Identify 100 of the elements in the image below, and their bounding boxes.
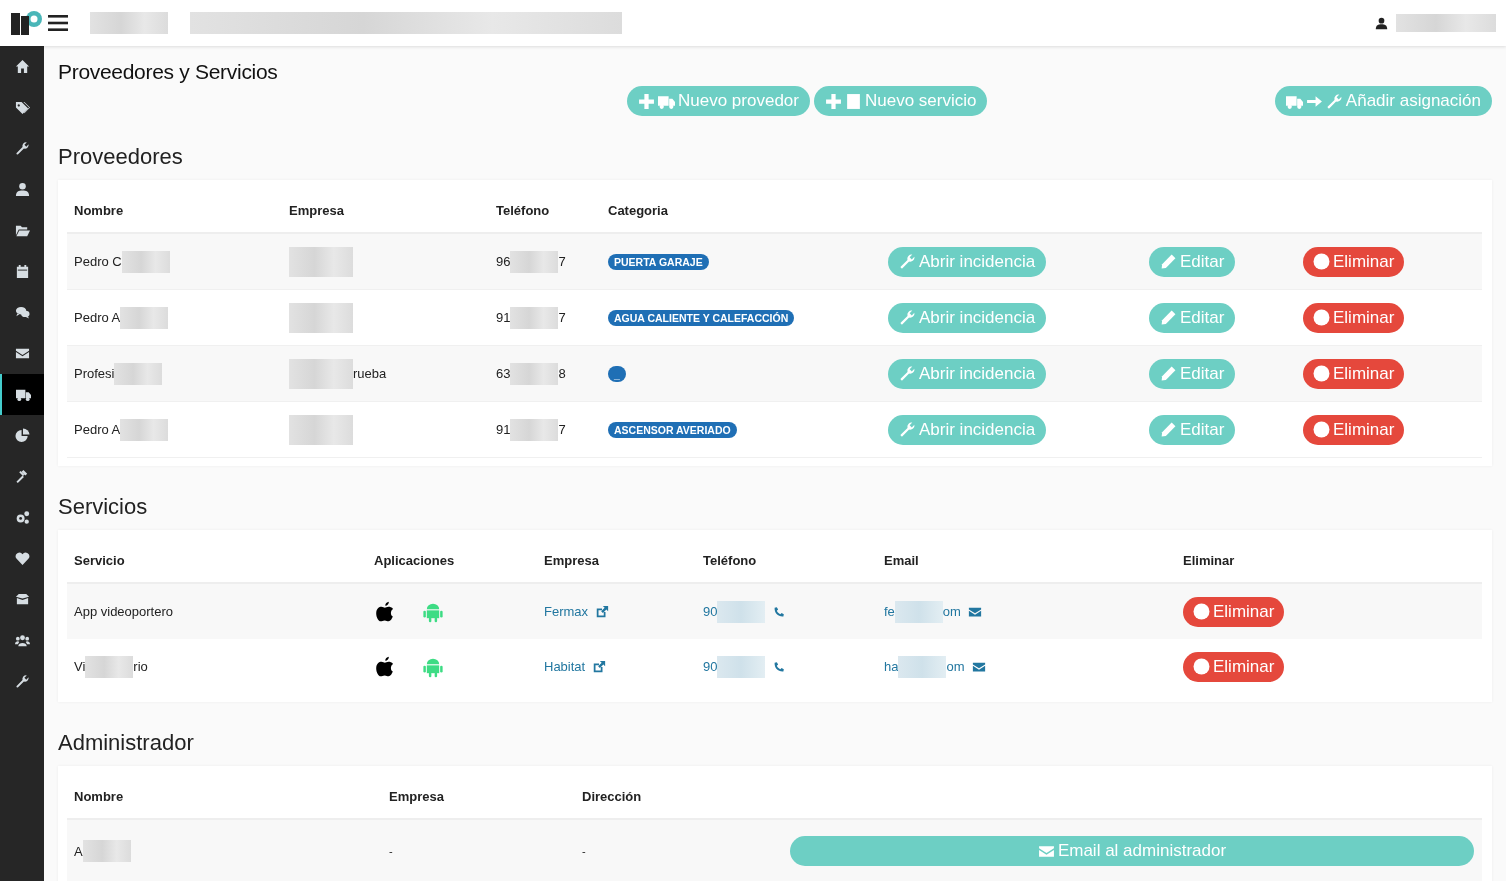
pencil-icon bbox=[1160, 365, 1177, 382]
wrench-icon bbox=[899, 421, 916, 438]
section-heading: Administrador bbox=[58, 730, 195, 756]
table-cell: Profesi bbox=[74, 366, 115, 381]
wrench-icon bbox=[899, 365, 916, 382]
pie-chart-icon bbox=[14, 428, 30, 443]
table-cell: 91 bbox=[496, 422, 511, 437]
action-button[interactable]: Email al administrador bbox=[790, 836, 1474, 866]
chat-bubbles-icon bbox=[14, 305, 30, 320]
table-cell: A bbox=[74, 843, 83, 859]
table-cell: 63 bbox=[496, 366, 511, 381]
truck-icon bbox=[15, 387, 31, 402]
people-icon bbox=[14, 633, 30, 648]
envelope-icon bbox=[14, 346, 30, 361]
category-tag: PUERTA GARAJE bbox=[608, 253, 709, 270]
plus-icon bbox=[824, 92, 842, 110]
wrench-icon bbox=[14, 674, 30, 689]
wrench-icon bbox=[899, 309, 916, 326]
table-cell: rueba bbox=[353, 366, 387, 381]
delete-button[interactable]: Eliminar bbox=[1303, 246, 1405, 277]
column-header: Dirección bbox=[581, 788, 643, 804]
table-cell: - bbox=[389, 845, 393, 857]
redacted-block bbox=[85, 655, 134, 678]
company-link[interactable]: Fermax bbox=[544, 604, 589, 619]
pencil-icon bbox=[1160, 421, 1177, 438]
home-icon bbox=[14, 59, 30, 74]
action-button[interactable]: Abrir incidencia bbox=[888, 246, 1047, 277]
table-cell: 96 bbox=[496, 254, 511, 269]
table-cell: rio bbox=[133, 659, 148, 674]
action-button[interactable]: Editar bbox=[1149, 358, 1236, 389]
pencil-icon bbox=[1160, 309, 1177, 326]
apple-icon[interactable] bbox=[374, 655, 396, 678]
pencil-icon bbox=[1160, 253, 1177, 270]
wrench-icon bbox=[899, 253, 916, 270]
user-icon bbox=[1375, 16, 1388, 30]
apple-icon[interactable] bbox=[374, 600, 396, 623]
table-cell: App videoportero bbox=[74, 604, 173, 619]
column-header: Nombre bbox=[73, 202, 125, 218]
hammer-icon bbox=[14, 469, 30, 484]
company-link[interactable]: Habitat bbox=[544, 659, 586, 674]
action-button[interactable]: Abrir incidencia bbox=[888, 414, 1047, 445]
action-button[interactable]: Abrir incidencia bbox=[888, 302, 1047, 333]
category-tag: ASCENSOR AVERIADO bbox=[608, 421, 737, 438]
redacted-block bbox=[510, 306, 559, 329]
column-header: Eliminar bbox=[1182, 552, 1236, 568]
column-header: Nombre bbox=[73, 788, 125, 804]
sidebar-item[interactable] bbox=[0, 374, 44, 415]
page-title: Proveedores y Servicios bbox=[58, 60, 279, 84]
external-link-icon[interactable] bbox=[595, 604, 610, 619]
phone-icon[interactable] bbox=[772, 659, 787, 674]
table-cell: Pedro C bbox=[74, 254, 122, 269]
column-header: Empresa bbox=[543, 552, 600, 568]
plus-icon bbox=[638, 92, 655, 110]
action-button[interactable]: Editar bbox=[1149, 414, 1236, 445]
category-tag: AGUA CALIENTE Y CALEFACCIÓN bbox=[608, 309, 795, 326]
action-button[interactable]: Abrir incidencia bbox=[888, 358, 1047, 389]
user-icon bbox=[14, 182, 30, 197]
section-heading: Proveedores bbox=[58, 144, 184, 170]
logo-icon[interactable] bbox=[10, 10, 44, 36]
action-button[interactable]: Editar bbox=[1149, 302, 1236, 333]
column-header: Teléfono bbox=[495, 202, 551, 218]
external-link-icon[interactable] bbox=[592, 659, 607, 674]
box-icon bbox=[14, 592, 30, 607]
table-cell: Pedro A bbox=[74, 310, 121, 325]
folder-icon bbox=[14, 223, 30, 238]
column-header: Teléfono bbox=[702, 552, 758, 568]
redacted-block bbox=[510, 250, 559, 273]
phone-icon[interactable] bbox=[772, 604, 787, 619]
table-cell: 7 bbox=[558, 310, 566, 325]
wrench-icon bbox=[1325, 92, 1343, 110]
column-header: Servicio bbox=[73, 552, 126, 568]
delete-button[interactable]: Eliminar bbox=[1303, 358, 1405, 389]
redacted-block bbox=[510, 362, 559, 385]
action-button[interactable]: Nuevo servicio bbox=[813, 86, 988, 116]
tags-icon bbox=[14, 100, 30, 115]
category-tag: _ bbox=[608, 365, 626, 382]
redacted-block bbox=[898, 655, 947, 678]
redacted-block bbox=[510, 418, 559, 441]
wrench-icon bbox=[14, 141, 30, 156]
heart-icon bbox=[14, 551, 30, 566]
table-cell: 8 bbox=[558, 366, 566, 381]
column-header: Categoria bbox=[607, 202, 669, 218]
table-cell: 7 bbox=[558, 422, 566, 437]
column-header: Aplicaciones bbox=[373, 552, 456, 568]
action-button[interactable]: Añadir asignación bbox=[1274, 86, 1492, 116]
action-button[interactable]: Editar bbox=[1149, 246, 1236, 277]
table-cell: Pedro A bbox=[74, 422, 121, 437]
table-cell: 91 bbox=[496, 310, 511, 325]
delete-button[interactable]: Eliminar bbox=[1303, 414, 1405, 445]
redacted-block bbox=[894, 600, 943, 623]
column-header: Empresa bbox=[388, 788, 445, 804]
delete-button[interactable]: Eliminar bbox=[1183, 596, 1285, 627]
menu-icon[interactable] bbox=[48, 14, 68, 32]
table-cell: Vi bbox=[74, 659, 86, 674]
delete-button[interactable]: Eliminar bbox=[1183, 651, 1285, 682]
section-heading: Servicios bbox=[58, 494, 149, 520]
delete-button[interactable]: Eliminar bbox=[1303, 302, 1405, 333]
column-header: Email bbox=[883, 552, 920, 568]
table-cell: 7 bbox=[558, 254, 566, 269]
action-button[interactable]: Nuevo provedor bbox=[627, 86, 810, 116]
